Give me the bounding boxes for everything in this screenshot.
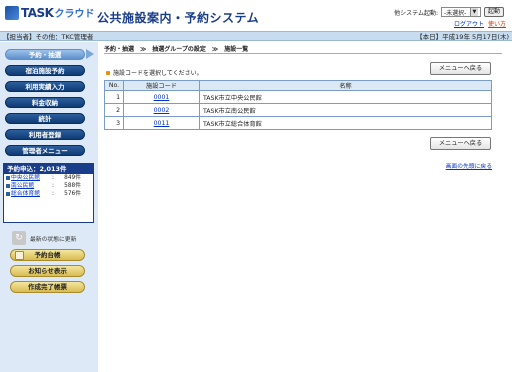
- column-header-code: 施設コード: [123, 80, 200, 91]
- active-arrow-icon: [86, 49, 94, 59]
- row-name: TASK市立南公民館: [199, 103, 492, 117]
- menu-reserve-lottery[interactable]: 予約・抽選: [5, 49, 85, 60]
- back-to-menu-button-bottom[interactable]: メニューへ戻る: [430, 137, 491, 150]
- bullet-icon: [6, 176, 10, 180]
- completed-forms-button[interactable]: 作成完了帳票: [10, 281, 85, 293]
- menu-lodging-reservation[interactable]: 宿泊施設予約: [5, 65, 85, 76]
- column-header-name: 名称: [199, 80, 492, 91]
- facility-code-link[interactable]: 0002: [154, 107, 170, 114]
- facility-code-link[interactable]: 0011: [154, 120, 170, 127]
- logo-cloud: クラウド: [54, 9, 95, 20]
- refresh-button[interactable]: ↻ 最新の状態に更新: [12, 231, 76, 245]
- instruction: 施設コードを選択してください。: [106, 68, 203, 77]
- app-title: 公共施設案内・予約システム: [97, 11, 260, 25]
- bullet-icon: [6, 192, 10, 196]
- stat-separator: :: [52, 175, 54, 181]
- bullet-icon: [6, 184, 10, 188]
- reservation-stats: 予約申込：2,013件 中央公民館 : 849件 南公民館 : 588件 総合体…: [3, 163, 94, 223]
- stat-facility-link[interactable]: 南公民館: [11, 182, 47, 190]
- facility-table: No. 施設コード 名称 1 0001 TASK市立中央公民館 2 0002 T…: [104, 80, 492, 130]
- facility-code-link[interactable]: 0001: [154, 94, 170, 101]
- help-link[interactable]: 使い方: [488, 19, 506, 28]
- instruction-text: 施設コードを選択してください。: [113, 70, 203, 77]
- date-info: 【本日】平成19年 5月17日(木): [416, 33, 509, 41]
- chevron-down-icon: ▼: [469, 8, 478, 16]
- reservation-ledger-label: 予約台帳: [34, 251, 61, 259]
- stat-separator: :: [52, 191, 54, 197]
- system-label: 他システム起動:: [394, 9, 438, 17]
- system-switcher: 他システム起動: -未選択- ▼ 起動: [394, 7, 504, 17]
- stat-separator: :: [52, 183, 54, 189]
- menu-statistics[interactable]: 統計: [5, 113, 85, 124]
- app-header: TASK クラウド 公共施設案内・予約システム 他システム起動: -未選択- ▼…: [0, 0, 512, 30]
- stats-title: 予約申込：2,013件: [4, 164, 93, 174]
- logo: TASK クラウド: [5, 5, 94, 20]
- bullet-icon: [106, 70, 110, 75]
- header-links: ログアウト 使い方: [454, 19, 506, 28]
- notice-display-button[interactable]: お知らせ表示: [10, 265, 85, 277]
- user-info: 【担当者】その他：TKC管理者: [3, 33, 94, 41]
- back-to-menu-button-top[interactable]: メニューへ戻る: [430, 62, 491, 75]
- stat-row: 総合体育館 : 576件: [4, 190, 93, 198]
- book-icon: [15, 251, 24, 260]
- logout-link[interactable]: ログアウト: [454, 19, 484, 28]
- stat-facility-link[interactable]: 総合体育館: [11, 190, 47, 198]
- divider: [104, 53, 502, 54]
- column-header-no: No.: [104, 80, 124, 91]
- system-select-value: -未選択-: [443, 9, 467, 17]
- table-header-row: No. 施設コード 名称: [104, 80, 492, 91]
- stat-count: 576件: [64, 191, 81, 197]
- table-row: 3 0011 TASK市立総合体育館: [104, 116, 492, 130]
- stat-count: 588件: [64, 183, 81, 189]
- info-bar: 【担当者】その他：TKC管理者 【本日】平成19年 5月17日(木): [0, 31, 512, 41]
- row-no: 2: [104, 103, 124, 117]
- table-row: 2 0002 TASK市立南公民館: [104, 103, 492, 117]
- reservation-ledger-button[interactable]: 予約台帳: [10, 249, 85, 261]
- row-code-cell: 0011: [123, 116, 200, 130]
- launch-button[interactable]: 起動: [483, 7, 504, 17]
- logo-icon: [5, 5, 19, 20]
- menu-fee-collection[interactable]: 料金収納: [5, 97, 85, 108]
- row-code-cell: 0001: [123, 90, 200, 104]
- stat-row: 南公民館 : 588件: [4, 182, 93, 190]
- system-select[interactable]: -未選択- ▼: [440, 7, 481, 17]
- row-name: TASK市立中央公民館: [199, 90, 492, 104]
- row-no: 3: [104, 116, 124, 130]
- logo-task: TASK: [21, 5, 54, 20]
- row-no: 1: [104, 90, 124, 104]
- menu-usage-input[interactable]: 利用実績入力: [5, 81, 85, 92]
- stat-facility-link[interactable]: 中央公民館: [11, 174, 47, 182]
- table-row: 1 0001 TASK市立中央公民館: [104, 90, 492, 104]
- row-code-cell: 0002: [123, 103, 200, 117]
- stat-count: 849件: [64, 175, 81, 181]
- row-name: TASK市立総合体育館: [199, 116, 492, 130]
- stat-row: 中央公民館 : 849件: [4, 174, 93, 182]
- menu-admin[interactable]: 管理者メニュー: [5, 145, 85, 156]
- back-to-top-link[interactable]: 画面の先頭に戻る: [446, 161, 492, 170]
- refresh-label: 最新の状態に更新: [30, 236, 77, 243]
- refresh-icon: ↻: [12, 231, 26, 245]
- breadcrumb: 予約・抽選 ≫ 抽選グループの設定 ≫ 施設一覧: [104, 46, 249, 53]
- menu-user-registration[interactable]: 利用者登録: [5, 129, 85, 140]
